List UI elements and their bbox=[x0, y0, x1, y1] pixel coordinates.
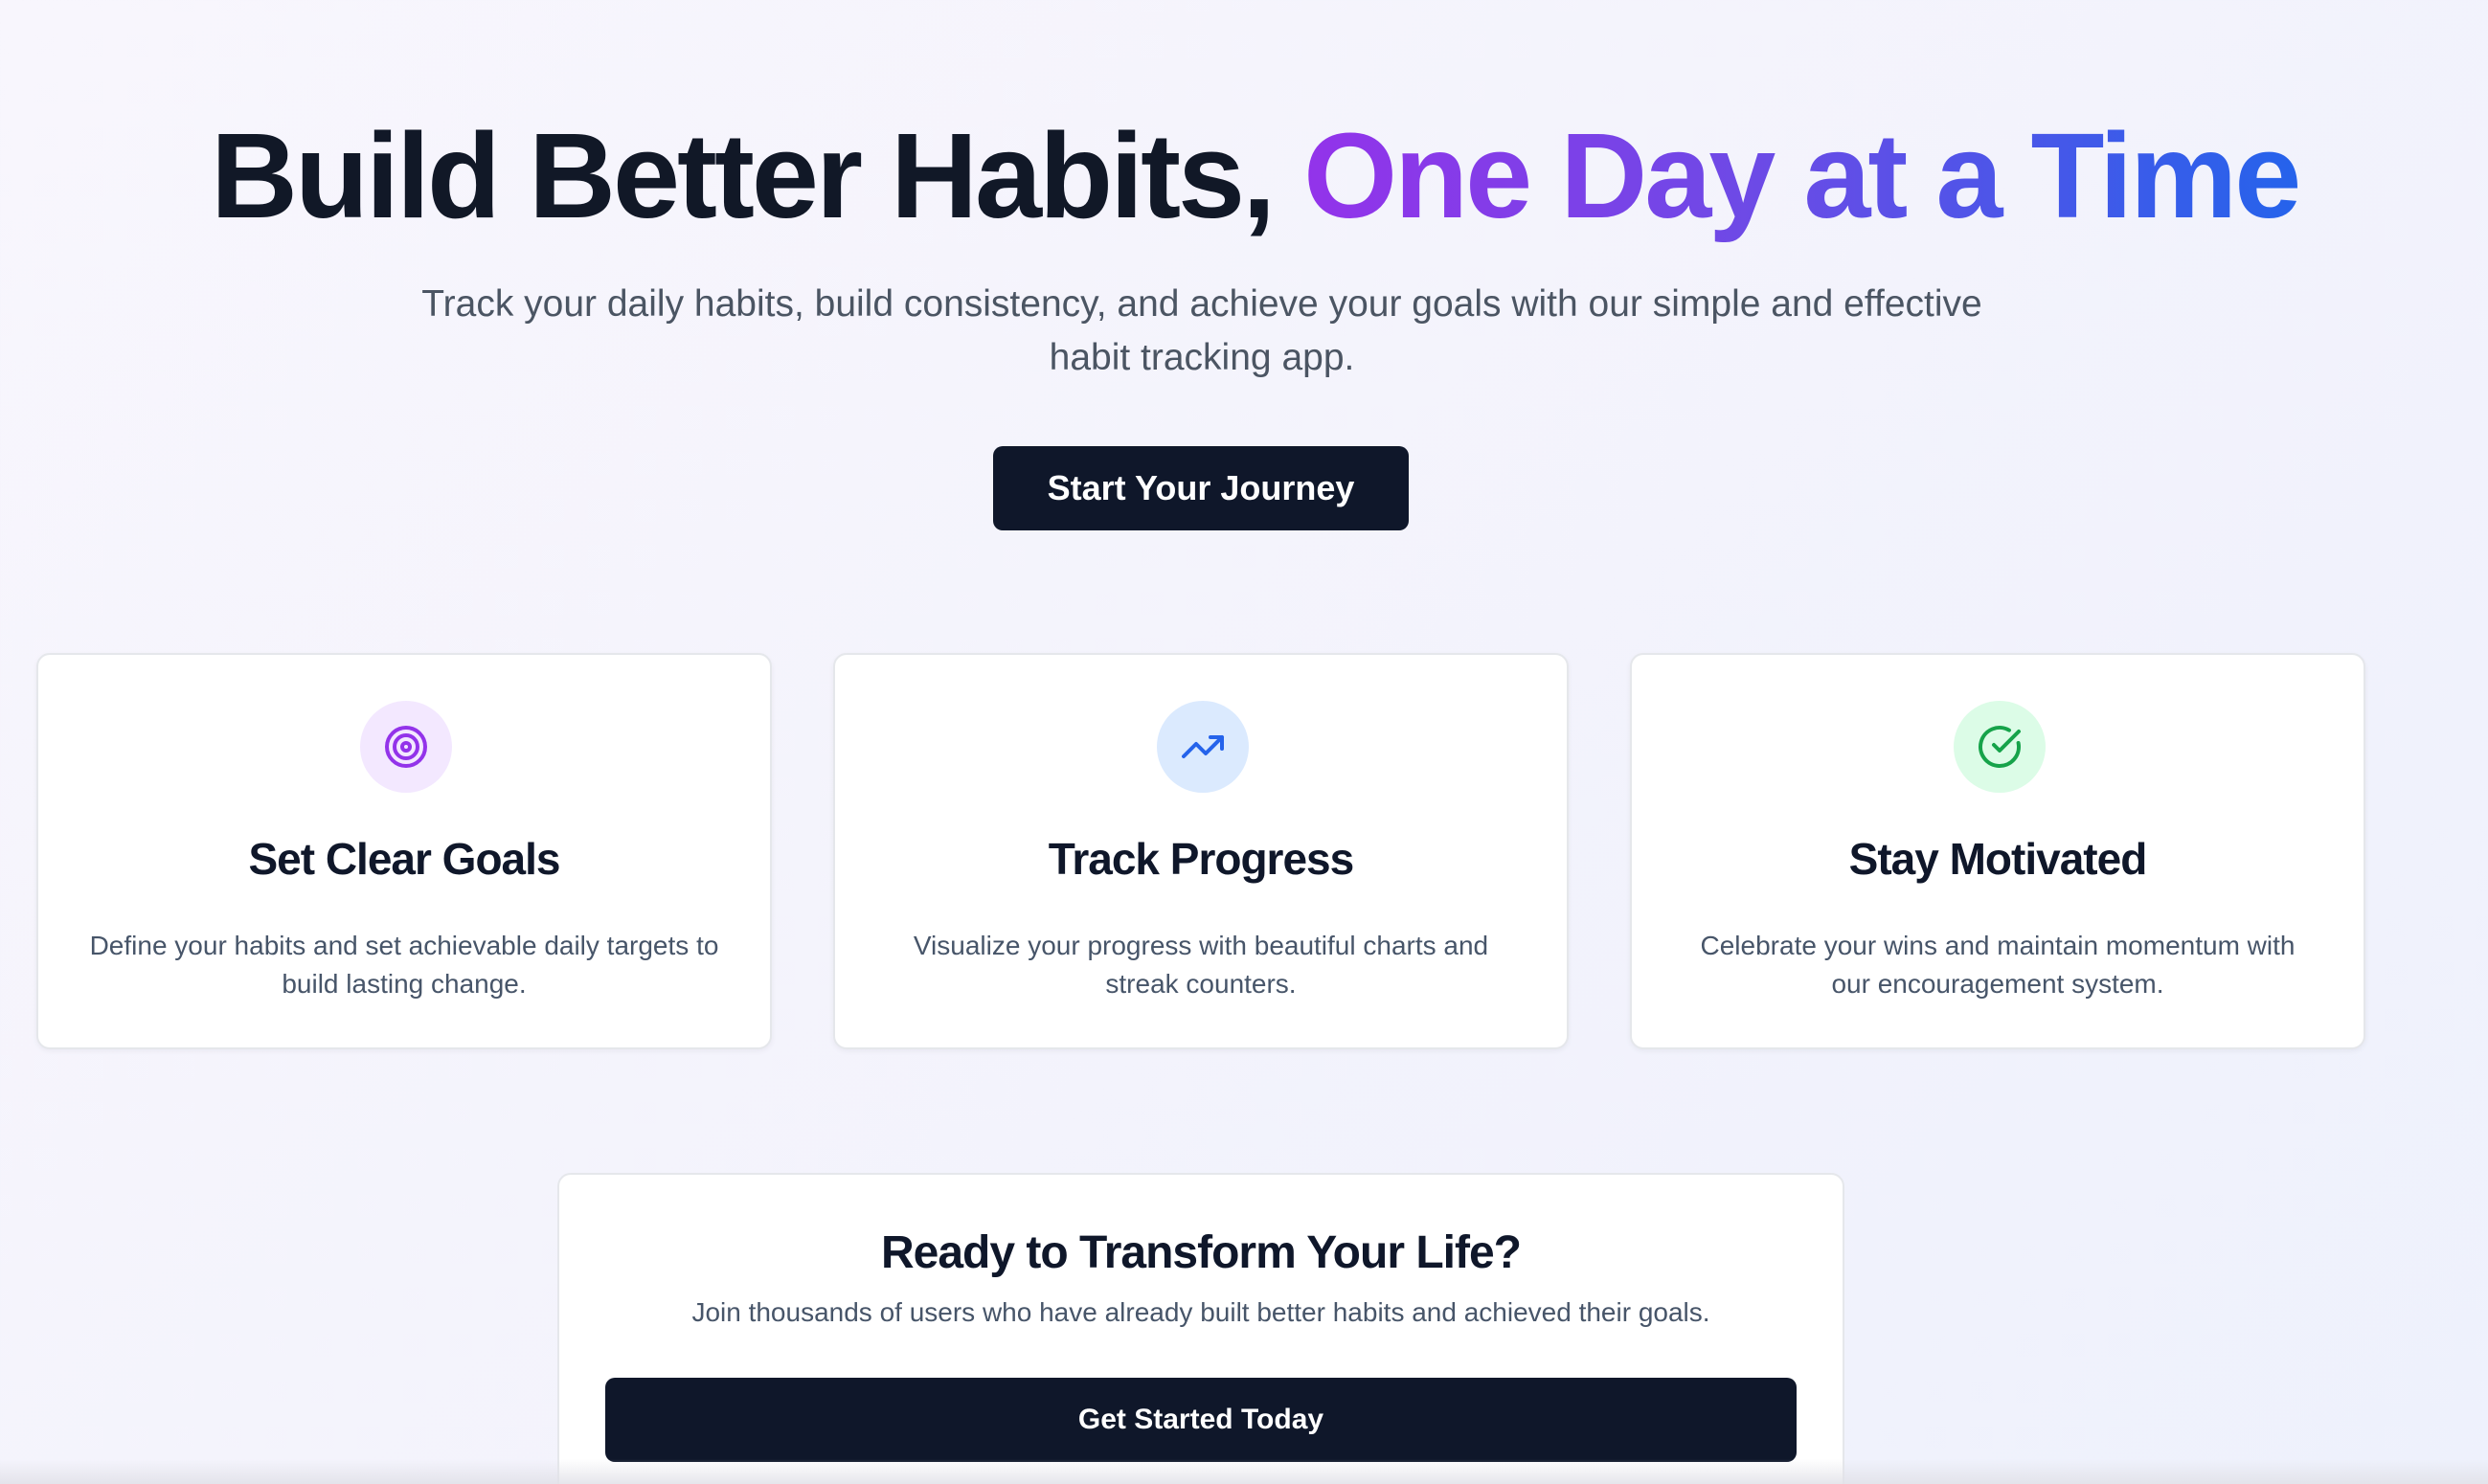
feature-description: Visualize your progress with beautiful c… bbox=[913, 931, 1489, 999]
cta-text: Join thousands of users who have already… bbox=[691, 1297, 1710, 1327]
feature-card-progress: Track Progress Visualize your progress w… bbox=[833, 653, 1569, 1049]
hero-title-plain: Build Better Habits, bbox=[211, 108, 1276, 243]
feature-description: Define your habits and set achievable da… bbox=[89, 931, 719, 999]
feature-description: Celebrate your wins and maintain momentu… bbox=[1700, 931, 2296, 999]
hero-title-highlight: One Day at a Time bbox=[1303, 108, 2301, 243]
trending-up-icon bbox=[1157, 701, 1249, 793]
start-journey-button[interactable]: Start Your Journey bbox=[993, 446, 1409, 530]
feature-title: Stay Motivated bbox=[1848, 834, 2148, 884]
get-started-button[interactable]: Get Started Today bbox=[605, 1378, 1797, 1462]
feature-title: Track Progress bbox=[1048, 834, 1354, 884]
cta-title: Ready to Transform Your Life? bbox=[880, 1227, 1522, 1278]
check-circle-icon bbox=[1954, 701, 2046, 793]
hero-title: Build Better Habits, One Day at a Time bbox=[211, 108, 2301, 243]
feature-card-motivated: Stay Motivated Celebrate your wins and m… bbox=[1630, 653, 2365, 1049]
feature-title: Set Clear Goals bbox=[248, 834, 560, 884]
feature-card-goals: Set Clear Goals Define your habits and s… bbox=[36, 653, 772, 1049]
target-icon bbox=[360, 701, 452, 793]
hero-subtitle: Track your daily habits, build consisten… bbox=[421, 283, 1982, 378]
cta-card: Ready to Transform Your Life? Join thous… bbox=[557, 1173, 1844, 1484]
